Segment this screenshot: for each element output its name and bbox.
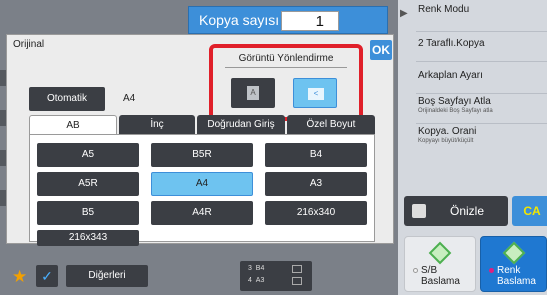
color-mode-label: Renk Modu [418,4,470,15]
auto-size-button[interactable]: Otomatik [29,87,105,111]
orientation-portrait-button[interactable]: A [231,78,275,108]
tray-icon [292,265,302,273]
checkmark-icon[interactable]: ✓ [36,265,58,287]
copy-ratio-button[interactable]: Kopya. Orani Kopyayı büyüt/küçült [416,126,547,154]
color-start-label: Renk Baslama [497,265,536,287]
original-dialog: Orijinal OK Görüntü Yönlendirme A < Otom… [6,34,394,246]
background-adjust-label: Arkaplan Ayarı [418,70,483,81]
size-button-216x343[interactable]: 216x343 [37,230,139,246]
preview-button[interactable]: Önizle [404,196,508,226]
duplex-copy-label: 2 Taraflı.Kopya [418,38,485,49]
copy-screen: Kopya sayısı 1 ▶ Renk Modu 2 Taraflı.Kop… [0,0,547,295]
size-grid-panel: A5 B5R B4 A5R A4 A3 B5 A4R 216x340 216x3… [29,134,375,246]
ok-button[interactable]: OK [370,40,392,60]
bw-start-label: S/B Baslama [421,265,460,287]
background-adjust-button[interactable]: Arkaplan Ayarı [416,70,547,94]
landscape-page-icon: < [308,88,324,100]
tab-direct-entry[interactable]: Doğrudan Giriş [197,115,285,135]
tray-row: 3 B4 [248,265,265,272]
bottom-bar: ★ ✓ Diğerleri 3 B4 4 A3 [8,261,398,291]
start-icon [428,241,452,265]
orientation-landscape-button[interactable]: < [293,78,337,108]
size-button-a5r[interactable]: A5R [37,172,139,196]
skip-blank-page-sub: Orijinaldeki Boş Sayfayı atla [418,108,493,114]
image-orientation-group: Görüntü Yönlendirme A < [209,44,363,121]
color-mode-button[interactable]: Renk Modu [416,4,547,32]
clear-all-button[interactable]: CA [512,196,547,226]
favorite-star-icon[interactable]: ★ [12,267,27,287]
dialog-title: Orijinal [13,39,45,50]
size-button-216x340[interactable]: 216x340 [265,201,367,225]
tab-ab[interactable]: AB [29,115,117,135]
start-icon [502,241,525,265]
tray-row: 4 A3 [248,277,265,284]
preview-label: Önizle [450,204,485,218]
size-button-a5[interactable]: A5 [37,143,139,167]
size-button-a4r[interactable]: A4R [151,201,253,225]
skip-blank-page-button[interactable]: Boş Sayfayı Atla Orijinaldeki Boş Sayfay… [416,96,547,124]
bw-start-button[interactable]: S/B Baslama [404,236,476,292]
preview-icon [412,204,426,218]
portrait-page-icon: A [247,86,259,100]
others-button[interactable]: Diğerleri [66,265,148,287]
panel-expand-icon[interactable]: ▶ [400,8,408,19]
size-button-b5r[interactable]: B5R [151,143,253,167]
image-orientation-label: Görüntü Yönlendirme [238,53,334,64]
bw-indicator [413,268,418,273]
size-button-a4[interactable]: A4 [151,172,253,196]
color-indicator [489,268,494,273]
size-button-a3[interactable]: A3 [265,172,367,196]
copy-count-bar: Kopya sayısı 1 [188,6,388,34]
color-start-button[interactable]: Renk Baslama [480,236,547,292]
size-button-b5[interactable]: B5 [37,201,139,225]
tab-inch[interactable]: İnç [119,115,195,135]
copy-ratio-label: Kopya. Orani [418,126,477,137]
size-button-b4[interactable]: B4 [265,143,367,167]
copy-ratio-sub: Kopyayı büyüt/küçült [418,138,474,144]
copy-count-input[interactable]: 1 [281,11,339,31]
tray-icon [292,277,302,285]
paper-tray-status: 3 B4 4 A3 [240,261,312,291]
tab-custom-size[interactable]: Özel Boyut [287,115,375,135]
detected-size-value: A4 [123,93,136,104]
skip-blank-page-label: Boş Sayfayı Atla [418,96,491,107]
divider [225,67,347,68]
duplex-copy-button[interactable]: 2 Taraflı.Kopya [416,38,547,62]
copy-count-label: Kopya sayısı [199,12,280,28]
